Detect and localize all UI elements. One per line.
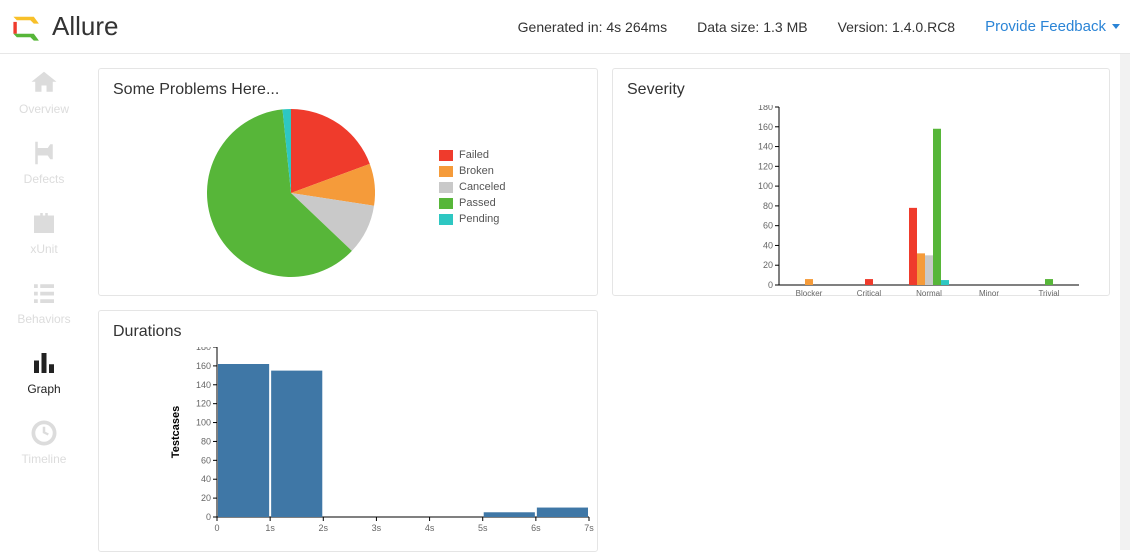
legend-label: Passed — [459, 197, 496, 209]
svg-text:120: 120 — [758, 161, 773, 171]
svg-text:160: 160 — [758, 122, 773, 132]
svg-text:Critical: Critical — [857, 289, 882, 298]
svg-text:0: 0 — [206, 512, 211, 522]
svg-text:6s: 6s — [531, 523, 541, 533]
provide-feedback-link[interactable]: Provide Feedback — [985, 18, 1120, 35]
legend-row: Canceled — [439, 181, 505, 193]
legend-row: Failed — [439, 149, 505, 161]
svg-text:180: 180 — [758, 105, 773, 112]
main-content: Some Problems Here... Failed Broken Cancel… — [88, 54, 1120, 550]
vertical-scrollbar[interactable] — [1120, 54, 1130, 550]
sidebar-item-defects[interactable]: Defects — [0, 138, 88, 186]
sidebar-item-label: Timeline — [22, 452, 67, 466]
clock-icon — [27, 418, 61, 448]
svg-text:60: 60 — [763, 221, 773, 231]
svg-text:0: 0 — [768, 280, 773, 290]
svg-text:0: 0 — [214, 523, 219, 533]
problems-pie-chart — [203, 105, 379, 281]
legend-label: Canceled — [459, 181, 505, 193]
sidebar-item-label: Overview — [19, 102, 69, 116]
legend-label: Pending — [459, 213, 499, 225]
version-label: Version: 1.4.0.RC8 — [838, 19, 956, 35]
legend-swatch — [439, 214, 453, 225]
provide-feedback-label: Provide Feedback — [985, 18, 1106, 35]
list-icon — [27, 278, 61, 308]
svg-text:20: 20 — [201, 493, 211, 503]
svg-text:Normal: Normal — [916, 289, 942, 298]
svg-text:100: 100 — [758, 181, 773, 191]
legend-swatch — [439, 150, 453, 161]
data-size-label: Data size: 1.3 MB — [697, 19, 808, 35]
legend-row: Broken — [439, 165, 505, 177]
svg-text:40: 40 — [763, 240, 773, 250]
problems-panel: Some Problems Here... Failed Broken Cancel… — [98, 68, 598, 296]
svg-text:160: 160 — [196, 361, 211, 371]
svg-text:7s: 7s — [584, 523, 594, 533]
sidebar-item-overview[interactable]: Overview — [0, 68, 88, 116]
app-header: Allure Generated in: 4s 264ms Data size:… — [0, 0, 1130, 54]
svg-text:4s: 4s — [425, 523, 435, 533]
svg-text:Blocker: Blocker — [796, 289, 823, 298]
svg-text:40: 40 — [201, 474, 211, 484]
sidebar-item-graph[interactable]: Graph — [0, 348, 88, 396]
svg-text:5s: 5s — [478, 523, 488, 533]
chevron-down-icon — [1112, 24, 1120, 29]
home-icon — [27, 68, 61, 98]
svg-text:100: 100 — [196, 418, 211, 428]
legend-swatch — [439, 182, 453, 193]
sidebar-item-behaviors[interactable]: Behaviors — [0, 278, 88, 326]
sidebar-item-label: Behaviors — [17, 312, 70, 326]
svg-text:1s: 1s — [265, 523, 275, 533]
svg-text:20: 20 — [763, 260, 773, 270]
legend-label: Broken — [459, 165, 494, 177]
legend-label: Failed — [459, 149, 489, 161]
durations-panel-title: Durations — [99, 311, 597, 347]
legend-row: Passed — [439, 197, 505, 209]
legend-swatch — [439, 166, 453, 177]
legend-swatch — [439, 198, 453, 209]
sidebar-item-label: Defects — [24, 172, 65, 186]
svg-text:Testcases: Testcases — [170, 406, 182, 458]
briefcase-icon — [27, 208, 61, 238]
svg-text:140: 140 — [758, 142, 773, 152]
sidebar-nav: Overview Defects xUnit Behaviors Graph T… — [0, 54, 88, 488]
svg-text:3s: 3s — [372, 523, 382, 533]
severity-bar-chart: 0 20 40 60 80 100 120 140 160 180 Blocker Critical N… — [613, 105, 1087, 313]
severity-panel: Severity 0 20 40 60 80 100 120 140 160 180 Blocker… — [612, 68, 1110, 296]
svg-text:Minor: Minor — [979, 289, 999, 298]
svg-text:140: 140 — [196, 380, 211, 390]
legend-row: Pending — [439, 213, 505, 225]
sidebar-item-label: Graph — [27, 382, 60, 396]
durations-bar-chart: 0 20 40 60 80 100 120 140 160 180 Testcases 0 1s 2s 3s… — [99, 347, 597, 553]
sidebar-item-xunit[interactable]: xUnit — [0, 208, 88, 256]
svg-text:180: 180 — [196, 347, 211, 352]
flag-icon — [27, 138, 61, 168]
generated-in-label: Generated in: 4s 264ms — [518, 19, 667, 35]
allure-logo-icon — [10, 10, 44, 44]
svg-text:2s: 2s — [319, 523, 329, 533]
severity-panel-title: Severity — [613, 69, 1109, 105]
svg-text:60: 60 — [201, 455, 211, 465]
brand-title: Allure — [52, 11, 118, 42]
svg-text:80: 80 — [763, 201, 773, 211]
svg-text:Trivial: Trivial — [1038, 289, 1059, 298]
sidebar-item-timeline[interactable]: Timeline — [0, 418, 88, 466]
problems-panel-title: Some Problems Here... — [99, 69, 597, 105]
bar-chart-icon — [27, 348, 61, 378]
sidebar-item-label: xUnit — [30, 242, 57, 256]
durations-panel: Durations 0 20 40 60 80 100 120 140 160 180 Testca… — [98, 310, 598, 552]
svg-text:120: 120 — [196, 399, 211, 409]
problems-legend: Failed Broken Canceled Passed Pending — [439, 149, 505, 281]
svg-text:80: 80 — [201, 436, 211, 446]
